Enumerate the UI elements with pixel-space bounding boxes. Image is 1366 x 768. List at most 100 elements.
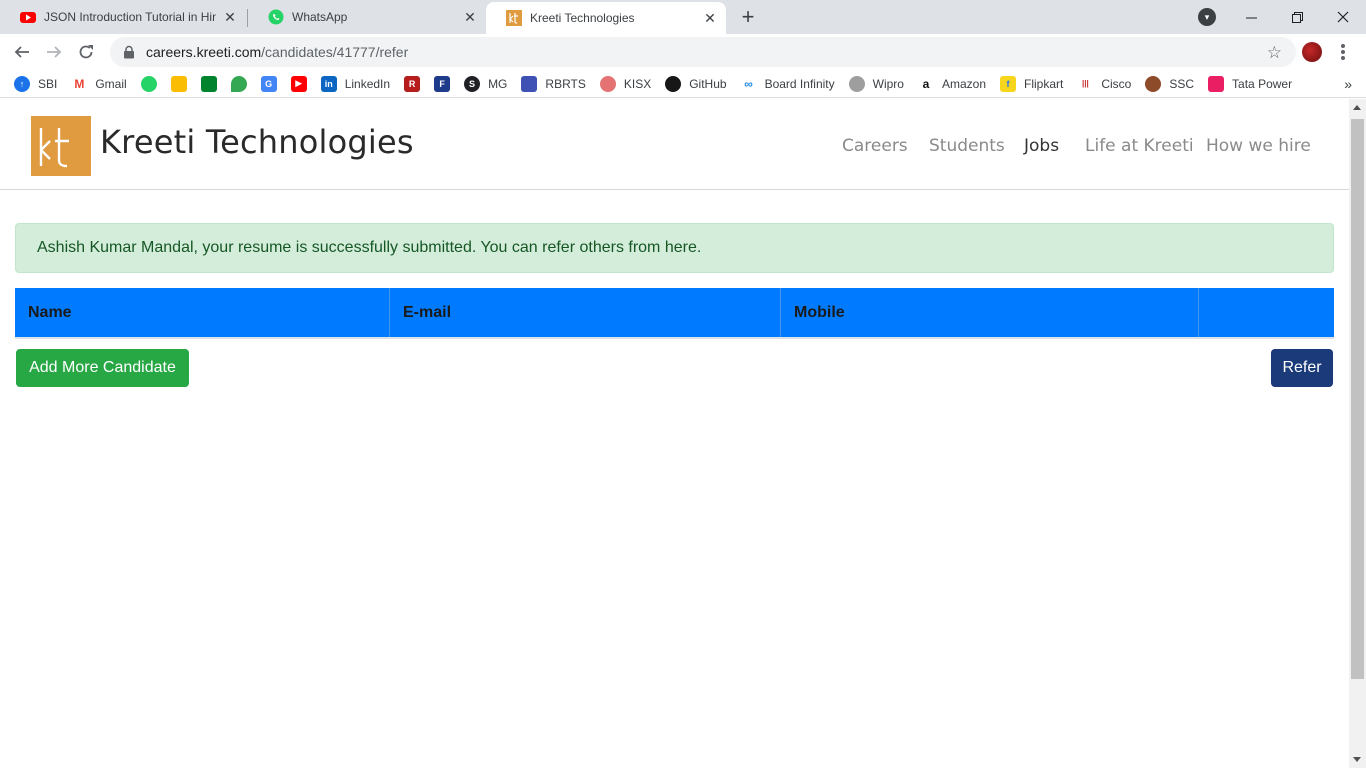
- meet-icon: [200, 75, 217, 92]
- bookmark-label: SSC: [1169, 76, 1195, 91]
- bookmark-board-infinity[interactable]: ∞ Board Infinity: [740, 75, 835, 92]
- url-text: careers.kreeti.com/candidates/41777/refe…: [146, 44, 408, 60]
- tab-kreeti[interactable]: Kreeti Technologies ✕: [486, 2, 726, 34]
- add-more-candidate-button[interactable]: Add More Candidate: [16, 349, 189, 387]
- close-icon[interactable]: ✕: [462, 9, 478, 25]
- url-path: /candidates/41777/refer: [261, 44, 409, 60]
- alert-message: Ashish Kumar Mandal, your resume is succ…: [37, 239, 702, 256]
- menu-icon[interactable]: [1336, 42, 1350, 62]
- tab-search-icon[interactable]: ▾: [1198, 8, 1216, 26]
- gmail-icon: M: [71, 75, 88, 92]
- restore-icon[interactable]: [1274, 0, 1320, 34]
- tab-json-tutorial[interactable]: JSON Introduction Tutorial in Hindi ✕: [0, 0, 246, 34]
- bookmark-flipkart[interactable]: f Flipkart: [1000, 75, 1064, 92]
- nav-how-we-hire[interactable]: How we hire: [1206, 136, 1311, 156]
- tab-strip: JSON Introduction Tutorial in Hindi ✕ Wh…: [0, 0, 1366, 34]
- ssc-icon: [1145, 75, 1162, 92]
- page-viewport: Kreeti Technologies Careers Students Job…: [0, 99, 1349, 768]
- nav-students[interactable]: Students: [929, 136, 1005, 156]
- bookmark-wipro[interactable]: Wipro: [848, 75, 904, 92]
- bookmark-label: GitHub: [689, 76, 727, 91]
- whatsapp-icon: [268, 9, 284, 25]
- scrollbar-thumb[interactable]: [1351, 119, 1364, 679]
- logo-text[interactable]: Kreeti Technologies: [100, 123, 414, 161]
- bookmark-classroom[interactable]: [170, 75, 187, 92]
- cisco-icon: |||: [1077, 75, 1094, 92]
- bookmark-cisco[interactable]: ||| Cisco: [1077, 75, 1132, 92]
- bookmark-label: RBRTS: [545, 76, 586, 91]
- bookmark-label: MG: [488, 76, 508, 91]
- bookmark-label: Cisco: [1101, 76, 1132, 91]
- back-icon[interactable]: [8, 38, 36, 66]
- tab-title: WhatsApp: [292, 10, 348, 24]
- bookmark-gmail[interactable]: M Gmail: [71, 75, 127, 92]
- tab-whatsapp[interactable]: WhatsApp ✕: [248, 0, 486, 34]
- tab-title: Kreeti Technologies: [530, 11, 635, 25]
- nav-careers[interactable]: Careers: [842, 136, 908, 156]
- bookmark-mg[interactable]: S MG: [464, 75, 508, 92]
- bookmark-rbrts[interactable]: RBRTS: [521, 75, 586, 92]
- bookmark-sbi[interactable]: ↑ SBI: [14, 75, 58, 92]
- page-scrollbar[interactable]: [1349, 99, 1366, 768]
- bookmarks-overflow-icon[interactable]: »: [1344, 76, 1352, 92]
- bookmark-label: Wipro: [872, 76, 904, 91]
- tab-title: JSON Introduction Tutorial in Hindi: [44, 10, 216, 24]
- column-header-name: Name: [15, 288, 390, 337]
- bookmark-label: LinkedIn: [344, 76, 391, 91]
- kisx-icon: [599, 75, 616, 92]
- bookmark-github[interactable]: GitHub: [665, 75, 727, 92]
- bookmarks-bar: ↑ SBI M Gmail G ▶ in LinkedIn R F S MG RBRTS…: [0, 70, 1366, 98]
- site-header: Kreeti Technologies Careers Students Job…: [0, 99, 1349, 190]
- lock-icon: [124, 45, 134, 59]
- close-icon[interactable]: ✕: [702, 10, 718, 26]
- mg-icon: S: [464, 75, 481, 92]
- maps-icon: [230, 75, 247, 92]
- browser-toolbar: careers.kreeti.com/candidates/41777/refe…: [0, 34, 1366, 70]
- bookmark-translate[interactable]: G: [260, 75, 277, 92]
- close-window-icon[interactable]: [1320, 0, 1366, 34]
- address-bar[interactable]: careers.kreeti.com/candidates/41777/refe…: [110, 37, 1296, 67]
- amazon-icon: a: [917, 75, 934, 92]
- bookmark-whatsapp[interactable]: [140, 75, 157, 92]
- column-header-actions: [1199, 288, 1334, 337]
- scroll-down-icon[interactable]: [1353, 757, 1361, 762]
- close-icon[interactable]: ✕: [222, 9, 238, 25]
- minimize-icon[interactable]: [1228, 0, 1274, 34]
- bookmark-fv[interactable]: F: [434, 75, 451, 92]
- sbi-icon: ↑: [14, 75, 30, 92]
- bookmark-maps[interactable]: [230, 75, 247, 92]
- bookmark-rb[interactable]: R: [404, 75, 421, 92]
- bookmark-linkedin[interactable]: in LinkedIn: [320, 75, 391, 92]
- bookmark-amazon[interactable]: a Amazon: [917, 75, 986, 92]
- column-header-mobile: Mobile: [781, 288, 1199, 337]
- column-header-email: E-mail: [390, 288, 781, 337]
- tata-power-icon: [1208, 75, 1225, 92]
- refer-button[interactable]: Refer: [1271, 349, 1333, 387]
- new-tab-button[interactable]: +: [736, 4, 760, 29]
- scroll-up-icon[interactable]: [1353, 105, 1361, 110]
- wipro-icon: [848, 75, 865, 92]
- board-infinity-icon: ∞: [740, 75, 757, 92]
- bookmark-label: SBI: [38, 76, 58, 91]
- profile-avatar[interactable]: [1302, 42, 1322, 62]
- bookmark-star-icon[interactable]: ☆: [1267, 43, 1282, 63]
- youtube-icon: ▶: [290, 75, 307, 92]
- bookmark-label: Board Infinity: [764, 76, 835, 91]
- rb-icon: R: [404, 75, 421, 92]
- bookmark-label: Flipkart: [1024, 76, 1064, 91]
- kreeti-favicon: [506, 10, 522, 26]
- bookmark-label: KISX: [623, 76, 652, 91]
- linkedin-icon: in: [320, 75, 337, 92]
- reload-icon[interactable]: [72, 38, 100, 66]
- bookmark-meet[interactable]: [200, 75, 217, 92]
- nav-life-at-kreeti[interactable]: Life at Kreeti: [1085, 136, 1194, 156]
- bookmark-kisx[interactable]: KISX: [599, 75, 652, 92]
- bookmark-youtube[interactable]: ▶: [290, 75, 307, 92]
- youtube-icon: [20, 12, 36, 23]
- bookmark-ssc[interactable]: SSC: [1145, 75, 1195, 92]
- nav-jobs[interactable]: Jobs: [1024, 136, 1059, 156]
- kreeti-logo-icon[interactable]: [31, 116, 91, 176]
- forward-icon[interactable]: [40, 38, 68, 66]
- bookmark-tata-power[interactable]: Tata Power: [1208, 75, 1292, 92]
- url-host: careers.kreeti.com: [146, 44, 262, 60]
